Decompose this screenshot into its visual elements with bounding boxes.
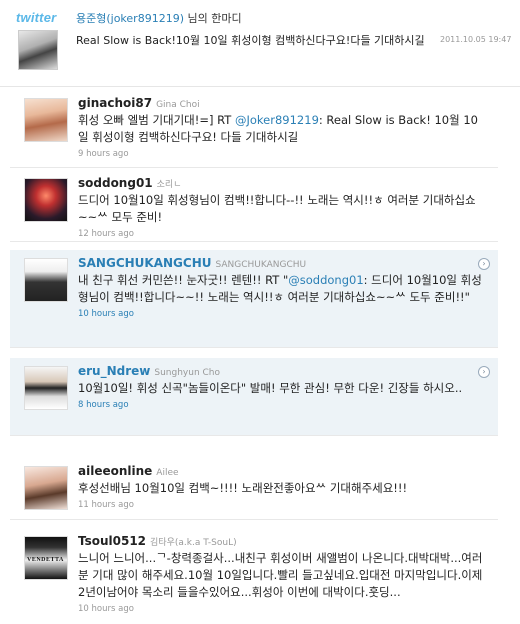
tweet-item: soddong01 소리ㄴ 드디어 10월10일 휘성형님이 컴백!!합니다--!… <box>10 170 498 242</box>
avatar[interactable] <box>24 98 68 142</box>
header-divider <box>0 86 520 87</box>
avatar[interactable] <box>24 258 68 302</box>
author-link[interactable]: 용준형(joker891219) <box>76 12 184 25</box>
header-suffix: 님의 한마디 <box>184 12 242 25</box>
main-tweet-text: Real Slow is Back!10월 10일 휘성이형 컴백하신다구요!다… <box>76 34 425 47</box>
tweet-text: 후성선배님 10월10일 컴백~!!!! 노래완전좋아요ᄊ 기대해주세요!!! <box>78 481 408 495</box>
tweet-text: 10월10일! 휘성 신곡"놈들이온다" 발매! 무한 관심! 무한 다운! 긴… <box>78 381 463 395</box>
tweet-fullname: Sunghyun Cho <box>154 368 221 378</box>
mention-link[interactable]: @Joker891219 <box>235 113 319 127</box>
tweet-username[interactable]: SANGCHUKANGCHU SANGCHUKANGCHU <box>78 256 488 270</box>
reply-arrow-icon[interactable]: › <box>478 258 490 270</box>
tweet-fullname: 소리ㄴ <box>156 180 182 190</box>
tweet-username[interactable]: ginachoi87 Gina Choi <box>78 96 488 110</box>
tweet-username[interactable]: eru_Ndrew Sunghyun Cho <box>78 364 488 378</box>
avatar[interactable] <box>24 366 68 410</box>
avatar[interactable]: VENDETTA <box>24 536 68 580</box>
tweet-item: aileeonline Ailee 후성선배님 10월10일 컴백~!!!! 노래… <box>10 458 498 520</box>
avatar[interactable] <box>24 466 68 510</box>
tweet-time[interactable]: 10 hours ago <box>78 309 488 319</box>
header: twitter 용준형(joker891219) 님의 한마디 Real Slo… <box>0 0 520 86</box>
mention-link[interactable]: @soddong01 <box>288 273 363 287</box>
tweet-item: eru_Ndrew Sunghyun Cho 10월10일! 휘성 신곡"놈들이온… <box>10 358 498 436</box>
tweet-time[interactable]: 11 hours ago <box>78 500 488 510</box>
tweet-username[interactable]: aileeonline Ailee <box>78 464 488 478</box>
twitter-logo[interactable]: twitter <box>16 10 56 25</box>
tweet-fullname: 김타우(a.k.a T-SouL) <box>150 538 237 548</box>
tweet-fullname: Ailee <box>156 468 179 478</box>
reply-arrow-icon[interactable]: › <box>478 366 490 378</box>
tweet-fullname: Gina Choi <box>156 100 200 110</box>
avatar-label: VENDETTA <box>27 557 64 563</box>
header-caption: 용준형(joker891219) 님의 한마디 <box>76 10 242 26</box>
tweet-time[interactable]: 8 hours ago <box>78 400 488 410</box>
tweet-time[interactable]: 9 hours ago <box>78 149 488 159</box>
tweet-item: ginachoi87 Gina Choi 휘성 오빠 엘범 기대기대!=] RT … <box>10 90 498 168</box>
tweet-text: 드디어 10월10일 휘성형님이 컴백!!합니다--!! 노래는 역시!!ㅎ 여… <box>78 193 476 224</box>
tweet-text: 내 친구 휘선 커민쓴!! 눈자굿!! 렌텐!! RT "@soddong01:… <box>78 273 482 304</box>
tweet-item: VENDETTA Tsoul0512 김타우(a.k.a T-SouL) 느니어 … <box>10 528 498 624</box>
tweet-time[interactable]: 12 hours ago <box>78 229 488 239</box>
author-avatar[interactable] <box>18 30 58 70</box>
tweet-text: 휘성 오빠 엘범 기대기대!=] RT @Joker891219: Real S… <box>78 113 478 144</box>
avatar[interactable] <box>24 178 68 222</box>
tweet-time[interactable]: 10 hours ago <box>78 604 488 614</box>
tweet-fullname: SANGCHUKANGCHU <box>215 260 307 270</box>
tweet-item: SANGCHUKANGCHU SANGCHUKANGCHU 내 친구 휘선 커민쓴… <box>10 250 498 348</box>
tweet-text: 느니어 느니어...ᄀ-창력종걸사...내친구 휘성이버 새앨범이 나온니다.대… <box>78 551 483 599</box>
main-tweet-date[interactable]: 2011.10.05 19:47 <box>440 35 511 44</box>
tweet-username[interactable]: Tsoul0512 김타우(a.k.a T-SouL) <box>78 534 488 548</box>
tweet-username[interactable]: soddong01 소리ㄴ <box>78 176 488 190</box>
